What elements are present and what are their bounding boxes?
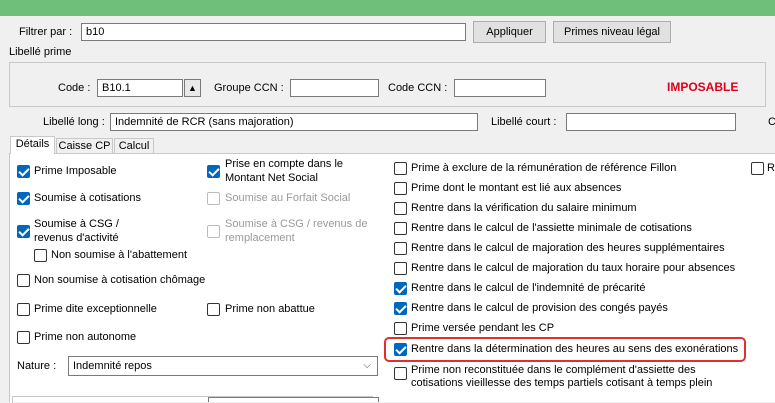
- highlight-box: [384, 337, 746, 362]
- prime-non-abattue-label: Prime non abattue: [225, 303, 315, 315]
- libelle-court-input[interactable]: [566, 113, 736, 131]
- code-spin-up-icon[interactable]: ▲: [184, 79, 201, 97]
- soumise-cotisations-label: Soumise à cotisations: [34, 192, 141, 204]
- tab-caisse-cp[interactable]: Caisse CP: [56, 138, 113, 153]
- edge-label: C: [768, 116, 775, 128]
- lie-absences-checkbox[interactable]: [394, 182, 407, 195]
- code-input[interactable]: B10.1: [97, 79, 183, 97]
- non-soumise-chomage-label: Non soumise à cotisation chômage: [34, 274, 206, 286]
- soumise-csg-activite-label: Soumise à CSG /: [34, 218, 119, 230]
- libelle-court-label: Libellé court :: [491, 116, 557, 128]
- indemnite-precarite-label: Rentre dans le calcul de l'indemnité de …: [411, 282, 646, 294]
- prime-non-autonome-checkbox[interactable]: [17, 331, 30, 344]
- provision-conges-checkbox[interactable]: [394, 302, 407, 315]
- non-soumise-abattement-checkbox[interactable]: [34, 249, 47, 262]
- indemnite-precarite-checkbox[interactable]: [394, 282, 407, 295]
- window-title-bar: [0, 0, 775, 16]
- nature-value: Indemnité repos: [73, 360, 152, 372]
- chevron-down-icon: ⌵: [363, 360, 371, 371]
- tab-details[interactable]: Détails: [10, 136, 55, 154]
- code-ccn-label: Code CCN :: [388, 82, 448, 94]
- non-soumise-chomage-checkbox[interactable]: [17, 274, 30, 287]
- salaire-minimum-checkbox[interactable]: [394, 202, 407, 215]
- groupe-ccn-label: Groupe CCN :: [214, 82, 284, 94]
- libelle-long-label: Libellé long :: [43, 116, 105, 128]
- soumise-csg-activite-checkbox[interactable]: [17, 225, 30, 238]
- soumise-cotisations-checkbox[interactable]: [17, 192, 30, 205]
- edge-check-label: Re: [767, 162, 775, 174]
- non-soumise-abattement-label: Non soumise à l'abattement: [51, 249, 188, 261]
- non-reconstituee-label: Prime non reconstituée dans le complémen…: [411, 364, 696, 376]
- assiette-minimale-checkbox[interactable]: [394, 222, 407, 235]
- legal-bonus-button[interactable]: Primes niveau légal: [553, 21, 671, 43]
- lie-absences-label: Prime dont le montant est lié aux absenc…: [411, 182, 622, 194]
- prime-non-abattue-checkbox[interactable]: [207, 303, 220, 316]
- salaire-minimum-label: Rentre dans la vérification du salaire m…: [411, 202, 637, 214]
- forfait-social-checkbox[interactable]: [207, 192, 220, 205]
- heures-sup-checkbox[interactable]: [394, 242, 407, 255]
- csg-remplacement-label: Soumise à CSG / revenus de: [225, 218, 368, 230]
- tab-calcul[interactable]: Calcul: [114, 138, 154, 153]
- apply-button[interactable]: Appliquer: [473, 21, 546, 43]
- non-reconstituee-label-2: cotisations vieillesse des temps partiel…: [411, 377, 713, 389]
- code-label: Code :: [58, 82, 91, 94]
- prime-exceptionnelle-label: Prime dite exceptionnelle: [34, 303, 157, 315]
- prime-exceptionnelle-checkbox[interactable]: [17, 303, 30, 316]
- bottom-input-edge[interactable]: [208, 397, 379, 402]
- exclure-fillon-checkbox[interactable]: [394, 162, 407, 175]
- csg-remplacement-checkbox[interactable]: [207, 225, 220, 238]
- status-badge: IMPOSABLE: [667, 80, 739, 94]
- montant-net-social-checkbox[interactable]: [207, 165, 220, 178]
- taux-horaire-absences-checkbox[interactable]: [394, 262, 407, 275]
- prime-versee-cp-checkbox[interactable]: [394, 322, 407, 335]
- code-ccn-input[interactable]: [454, 79, 546, 97]
- filter-label: Filtrer par :: [19, 26, 73, 38]
- soumise-csg-activite-label-2: revenus d'activité: [34, 232, 119, 244]
- assiette-minimale-label: Rentre dans le calcul de l'assiette mini…: [411, 222, 692, 234]
- nature-select[interactable]: Indemnité repos ⌵: [68, 356, 378, 376]
- prime-imposable-label: Prime Imposable: [34, 165, 117, 177]
- heures-sup-label: Rentre dans le calcul de majoration des …: [411, 242, 725, 254]
- group-title: Libellé prime: [9, 46, 72, 58]
- montant-net-social-label: Prise en compte dans le: [225, 158, 344, 170]
- montant-net-social-label-2: Montant Net Social: [225, 172, 318, 184]
- forfait-social-label: Soumise au Forfait Social: [225, 192, 351, 204]
- prime-versee-cp-label: Prime versée pendant les CP: [411, 322, 555, 334]
- filter-input[interactable]: b10: [81, 23, 466, 41]
- prime-non-autonome-label: Prime non autonome: [34, 331, 137, 343]
- taux-horaire-absences-label: Rentre dans le calcul de majoration du t…: [411, 262, 736, 274]
- nature-label: Nature :: [17, 360, 57, 372]
- provision-conges-label: Rentre dans le calcul de provision des c…: [411, 302, 668, 314]
- edge-checkbox[interactable]: [751, 162, 764, 175]
- exclure-fillon-label: Prime à exclure de la rémunération de ré…: [411, 162, 677, 174]
- prime-imposable-checkbox[interactable]: [17, 165, 30, 178]
- libelle-long-input[interactable]: Indemnité de RCR (sans majoration): [110, 113, 478, 131]
- non-reconstituee-checkbox[interactable]: [394, 367, 407, 380]
- groupe-ccn-input[interactable]: [290, 79, 379, 97]
- csg-remplacement-label-2: remplacement: [225, 232, 295, 244]
